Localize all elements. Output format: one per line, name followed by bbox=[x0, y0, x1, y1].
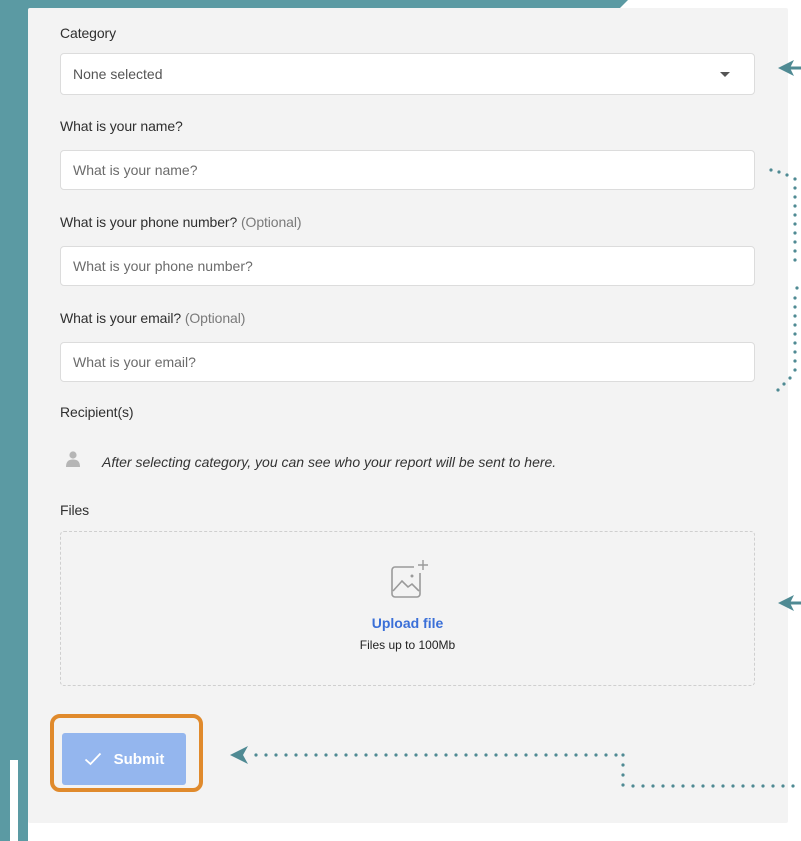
phone-label-text: What is your phone number? bbox=[60, 214, 238, 230]
recipients-info: After selecting category, you can see wh… bbox=[66, 451, 556, 472]
name-input[interactable] bbox=[60, 150, 755, 190]
email-input[interactable] bbox=[60, 342, 755, 382]
checkmark-icon bbox=[84, 752, 102, 766]
category-label: Category bbox=[60, 25, 117, 41]
email-label: What is your email? (Optional) bbox=[60, 310, 245, 326]
phone-input[interactable] bbox=[60, 246, 755, 286]
upload-file-link[interactable]: Upload file bbox=[61, 615, 754, 631]
email-optional-tag: (Optional) bbox=[184, 310, 246, 326]
phone-label: What is your phone number? (Optional) bbox=[60, 214, 302, 230]
submit-button[interactable]: Submit bbox=[62, 733, 186, 785]
file-size-hint: Files up to 100Mb bbox=[359, 638, 456, 652]
category-select[interactable]: None selected bbox=[60, 53, 755, 95]
caret-down-icon bbox=[720, 72, 730, 77]
email-label-text: What is your email? bbox=[60, 310, 182, 326]
phone-optional-tag: (Optional) bbox=[240, 214, 302, 230]
recipients-hint-text: After selecting category, you can see wh… bbox=[102, 453, 557, 470]
submit-label: Submit bbox=[113, 750, 165, 768]
category-selected-value: None selected bbox=[73, 66, 163, 82]
name-label: What is your name? bbox=[60, 118, 183, 134]
person-icon bbox=[66, 451, 80, 472]
image-upload-icon bbox=[390, 557, 430, 608]
recipients-label: Recipient(s) bbox=[60, 404, 134, 420]
files-label: Files bbox=[60, 502, 90, 518]
file-dropzone[interactable]: Upload file Files up to 100Mb bbox=[60, 531, 755, 686]
